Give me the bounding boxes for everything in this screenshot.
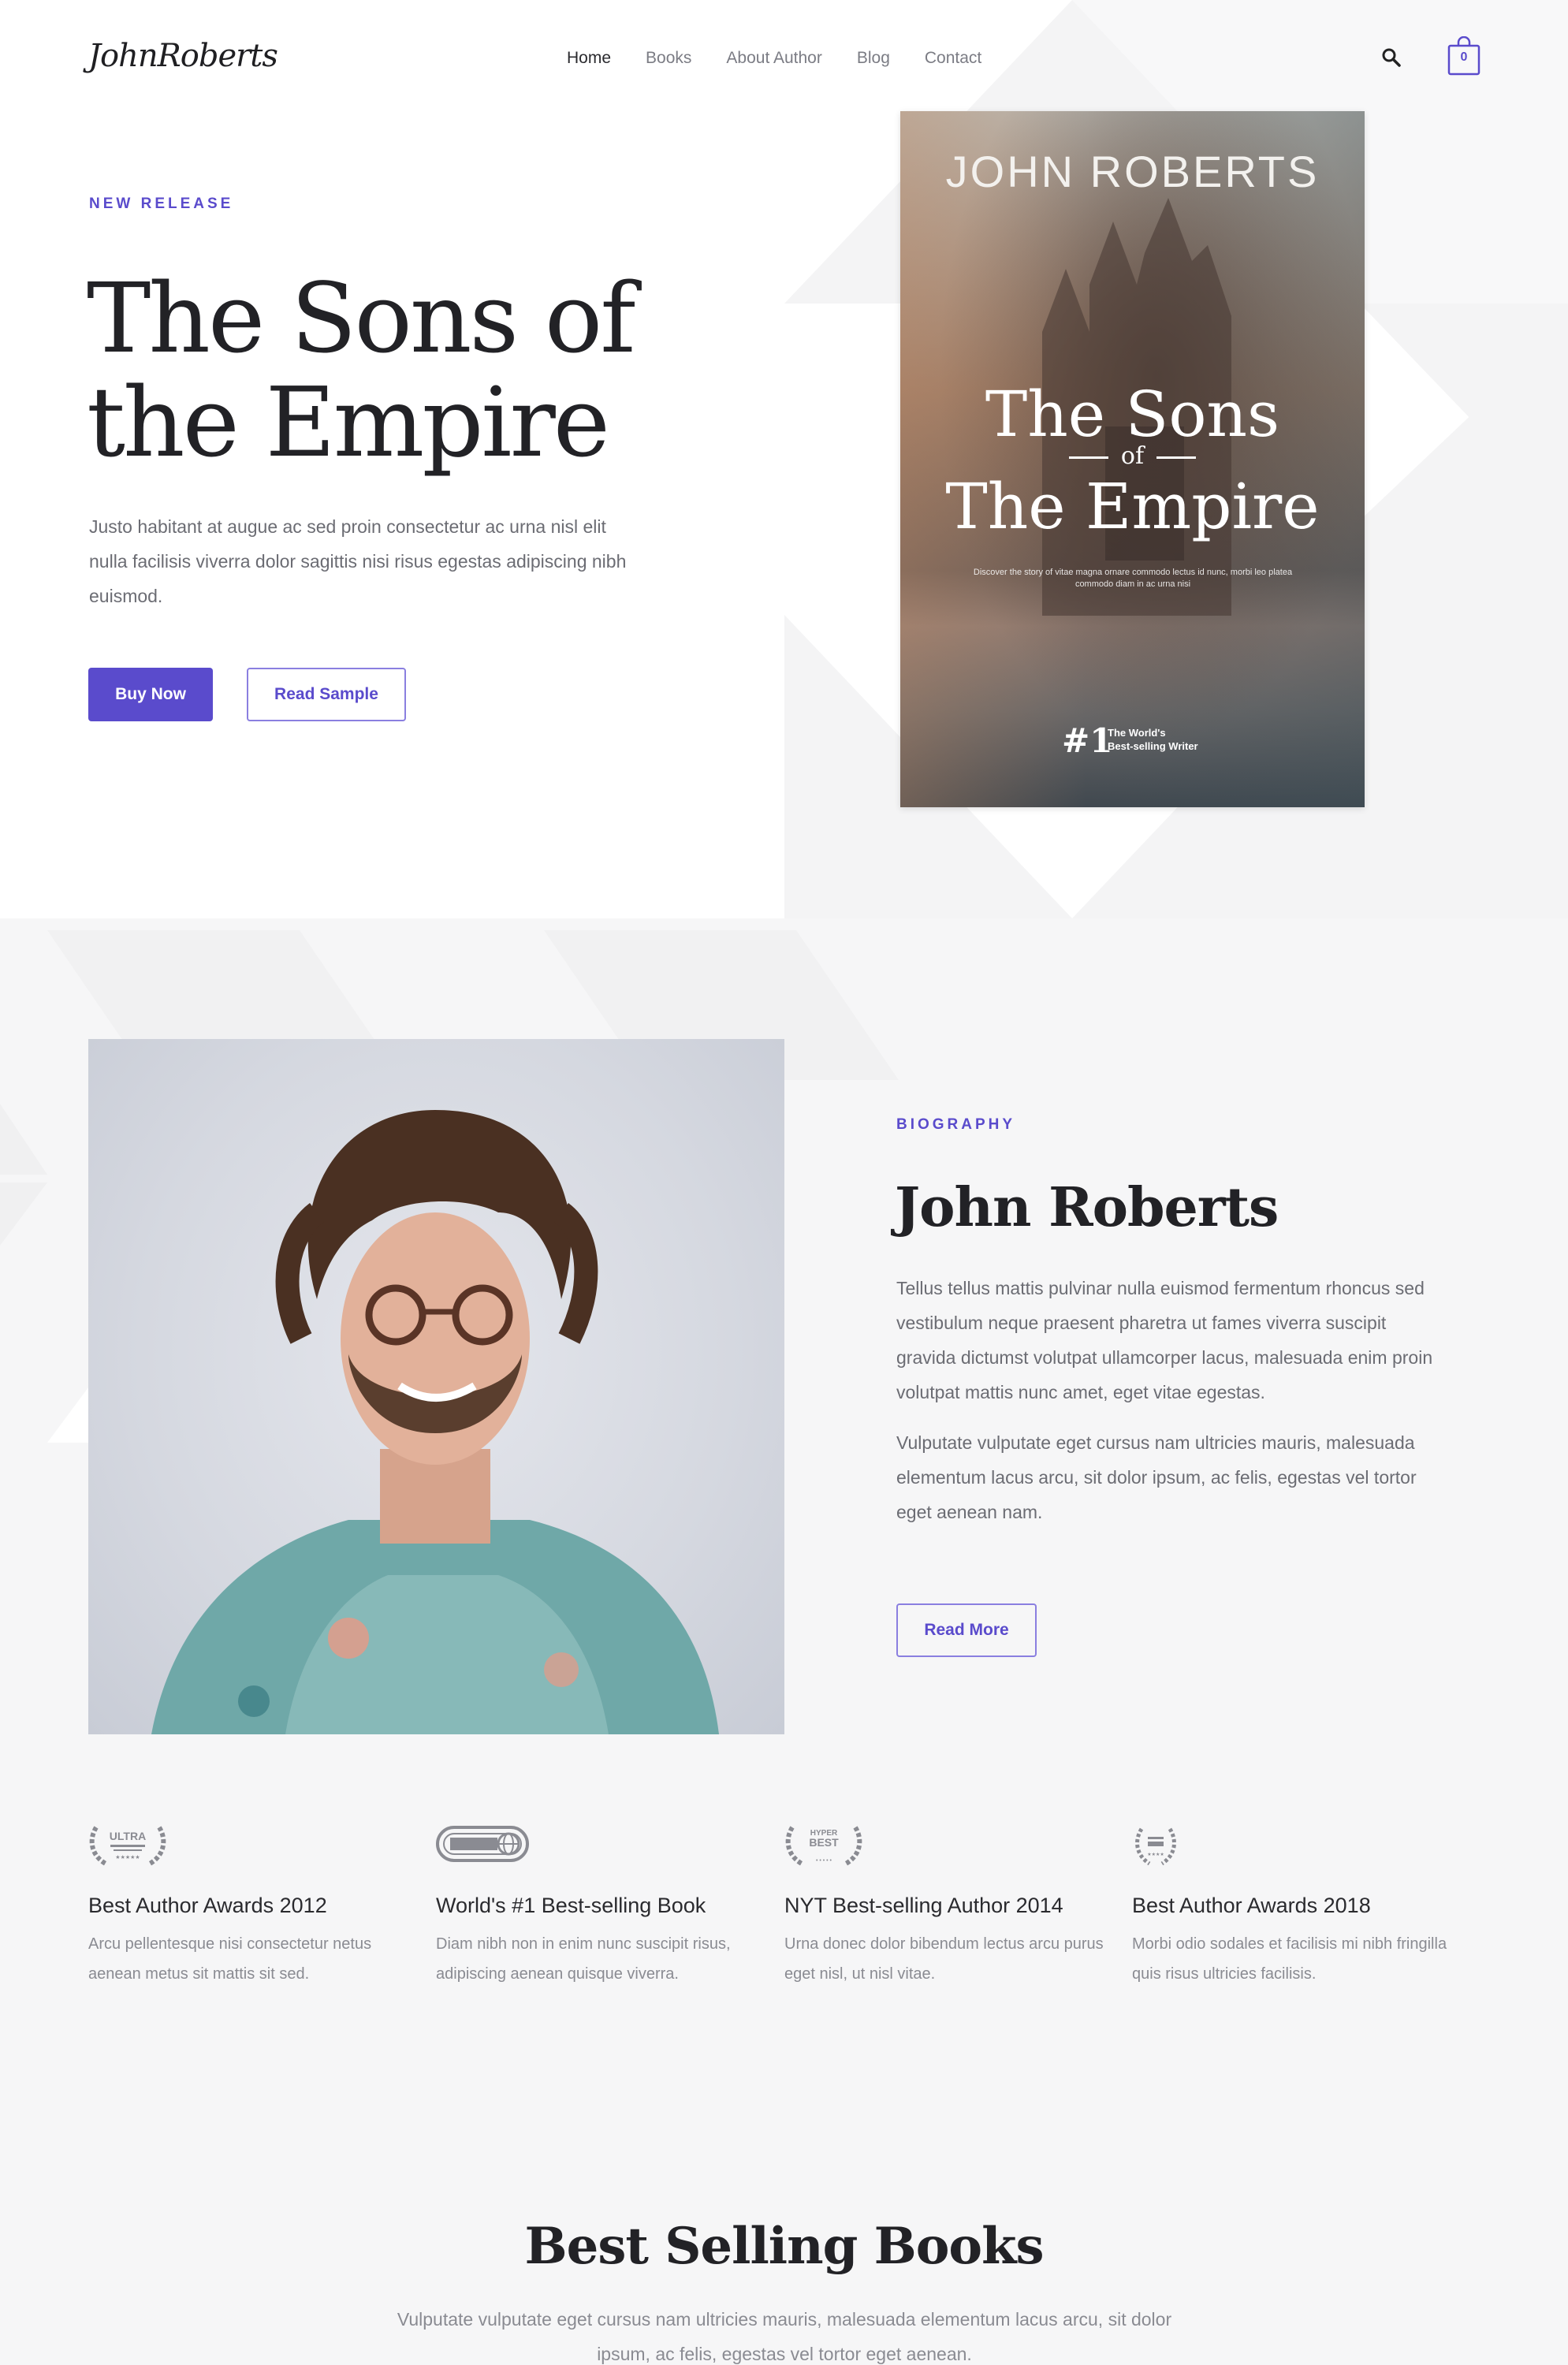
cover-rank-text: The World's Best-selling Writer <box>1108 726 1198 753</box>
book-cover-image: JOHN ROBERTS The Sons of The Empire Disc… <box>900 111 1365 807</box>
award-item: ★★★★ Best Author Awards 2018 Morbi odio … <box>1132 1823 1463 1989</box>
site-header: JohnRoberts Home Books About Author Blog… <box>0 0 1568 118</box>
laurel-round-badge-icon: ★★★★ <box>1135 1827 1176 1866</box>
cover-title-line2: The Empire <box>945 470 1320 543</box>
author-portrait <box>88 1039 784 1734</box>
main-nav: Home Books About Author Blog Contact <box>567 49 1016 68</box>
hero-title: The Sons of the Empire <box>87 263 636 479</box>
bg-triangle <box>47 1387 88 1443</box>
award-title: Best Author Awards 2018 <box>1132 1894 1371 1917</box>
award-item: HYPER BEST • • • • • NYT Best-selling Au… <box>784 1823 1115 1989</box>
laurel-badge-icon: ULTRA ★★★★★ <box>89 1826 166 1866</box>
svg-text:★★★★: ★★★★ <box>1147 1852 1164 1857</box>
cart-count-badge: 0 <box>1460 50 1468 64</box>
award-description: Morbi odio sodales et facilisis mi nibh … <box>1132 1935 1447 1983</box>
best-sellers-title: Best Selling Books <box>524 2217 1045 2276</box>
award-title: Best Author Awards 2012 <box>88 1894 327 1917</box>
nav-item-about-author[interactable]: About Author <box>726 49 821 68</box>
bg-triangle <box>0 1182 47 1246</box>
bio-name: John Roberts <box>895 1176 1279 1239</box>
svg-text:ULTRA: ULTRA <box>110 1830 146 1842</box>
award-title: World's #1 Best-selling Book <box>436 1894 706 1917</box>
site-logo[interactable]: JohnRoberts <box>88 38 278 74</box>
bio-paragraph-1: Tellus tellus mattis pulvinar nulla euis… <box>896 1278 1433 1402</box>
search-icon <box>1382 48 1401 67</box>
bg-triangle <box>0 1104 47 1175</box>
cover-rank: #1 <box>1062 721 1113 760</box>
read-sample-button[interactable]: Read Sample <box>247 668 406 721</box>
cart-button[interactable]: 0 <box>1447 35 1480 77</box>
nav-item-blog[interactable]: Blog <box>857 49 890 68</box>
hero-eyebrow: NEW RELEASE <box>89 196 234 212</box>
search-button[interactable] <box>1381 47 1402 68</box>
cover-title-of: of <box>900 442 1365 470</box>
buy-now-button[interactable]: Buy Now <box>88 668 213 721</box>
read-more-button[interactable]: Read More <box>896 1603 1037 1657</box>
award-item: World's #1 Best-selling Book Diam nibh n… <box>436 1823 767 1989</box>
cover-blurb: Discover the story of vitae magna ornare… <box>973 568 1293 589</box>
award-item: ULTRA ★★★★★ Best Author Awards 2012 Arcu… <box>88 1823 419 1989</box>
award-title: NYT Best-selling Author 2014 <box>784 1894 1063 1917</box>
svg-text:• • • • •: • • • • • <box>816 1858 832 1864</box>
bio-paragraph-2: Vulputate vulputate eget cursus nam ultr… <box>896 1432 1417 1522</box>
nav-item-contact[interactable]: Contact <box>925 49 981 68</box>
globe-badge-icon <box>436 1826 529 1862</box>
award-description: Urna donec dolor bibendum lectus arcu pu… <box>784 1935 1104 1983</box>
cover-rank-line2: Best-selling Writer <box>1108 740 1198 752</box>
award-description: Diam nibh non in enim nunc suscipit risu… <box>436 1935 731 1983</box>
author-portrait-illustration <box>151 1110 719 1734</box>
nav-item-books[interactable]: Books <box>646 49 691 68</box>
svg-text:★★★★★: ★★★★★ <box>115 1854 140 1860</box>
laurel-badge-icon: HYPER BEST • • • • • <box>785 1826 862 1866</box>
best-sellers-description: Vulputate vulputate eget cursus nam ultr… <box>397 2309 1172 2364</box>
nav-item-home[interactable]: Home <box>567 49 611 68</box>
bio-eyebrow: BIOGRAPHY <box>896 1116 1016 1133</box>
svg-text:BEST: BEST <box>809 1836 839 1849</box>
hero-description: Justo habitant at augue ac sed proin con… <box>89 516 627 606</box>
cover-rank-line1: The World's <box>1108 727 1166 739</box>
cover-author: JOHN ROBERTS <box>945 147 1320 196</box>
cover-title-line1: The Sons <box>985 378 1280 451</box>
award-description: Arcu pellentesque nisi consectetur netus… <box>88 1935 372 1983</box>
